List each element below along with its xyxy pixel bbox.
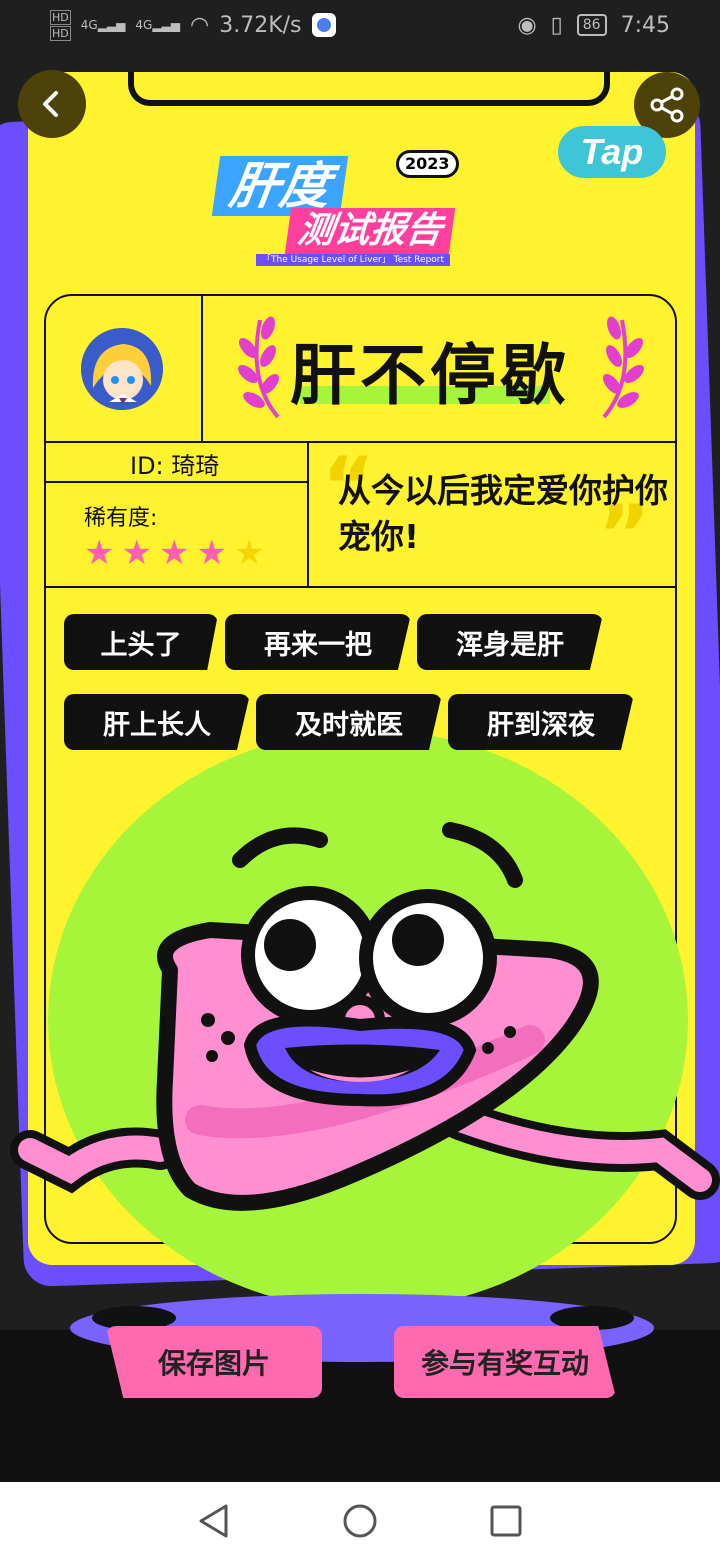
- user-id: ID: 琦琦: [130, 452, 220, 480]
- back-nav-icon[interactable]: [196, 1503, 232, 1539]
- rarity-stars: ★ ★ ★ ★ ★: [84, 536, 264, 570]
- star-icon: ★: [158, 533, 190, 573]
- hd-badge-2: HD: [50, 25, 71, 41]
- tag-chip: 及时就医: [256, 694, 442, 750]
- chevron-left-icon: [43, 91, 58, 117]
- participate-button[interactable]: 参与有奖互动: [394, 1326, 616, 1398]
- title-line-2: 测试报告: [284, 208, 456, 254]
- tag-chip: 肝到深夜: [448, 694, 634, 750]
- laurel-left-icon: [238, 316, 280, 419]
- star-icon: ★: [196, 533, 227, 573]
- status-bar: HD HD 4G▂▃▅ 4G▂▃▅ ◠ 3.72K/s ◉ ▯ 86 7:45: [0, 0, 720, 50]
- report-title: 肝度 2023 测试报告 「The Usage Level of Liver」 …: [210, 148, 520, 268]
- save-image-button[interactable]: 保存图片: [106, 1326, 322, 1398]
- recents-nav-icon[interactable]: [488, 1503, 524, 1539]
- signal-icon-2: 4G▂▃▅: [135, 18, 180, 32]
- avatar: [81, 328, 163, 410]
- network-speed: 3.72K/s: [219, 12, 302, 38]
- hd-badge-1: HD: [50, 9, 71, 25]
- tag-chip: 上头了: [64, 614, 218, 670]
- star-icon: ★: [121, 533, 152, 573]
- home-nav-icon[interactable]: [342, 1503, 378, 1539]
- system-nav-bar: [0, 1482, 720, 1560]
- divider: [307, 442, 309, 587]
- vibrate-icon: ▯: [550, 12, 563, 38]
- title-year: 2023: [396, 150, 459, 178]
- app-notification-icon: [311, 13, 336, 37]
- liver-mascot-illustration: [10, 822, 720, 1211]
- wifi-icon: ◠: [190, 12, 210, 38]
- back-button[interactable]: [18, 70, 86, 138]
- divider: [46, 586, 675, 588]
- share-icon: [650, 87, 684, 123]
- tag-chip: 浑身是肝: [417, 614, 603, 670]
- card-notch: [128, 72, 610, 106]
- clock: 7:45: [620, 12, 670, 38]
- title-subtitle: 「The Usage Level of Liver」 Test Report: [256, 254, 451, 266]
- battery-icon: 86: [576, 14, 607, 36]
- title-line-1: 肝度: [211, 156, 349, 216]
- tag-chip: 肝上长人: [64, 694, 250, 750]
- star-icon: ★: [84, 533, 115, 573]
- quote-text: 从今以后我定爱你护你宠你!: [338, 471, 668, 556]
- star-empty-icon: ★: [233, 533, 265, 573]
- rarity-label: 稀有度:: [84, 506, 158, 531]
- tap-logo: Tap: [558, 126, 666, 178]
- eye-icon: ◉: [517, 12, 537, 38]
- tag-chip: 再来一把: [225, 614, 411, 670]
- headline: 肝不停歇: [290, 337, 570, 414]
- signal-icon-1: 4G▂▃▅: [80, 18, 126, 32]
- laurel-right-icon: [602, 316, 644, 419]
- divider: [201, 296, 203, 442]
- divider: [46, 481, 308, 483]
